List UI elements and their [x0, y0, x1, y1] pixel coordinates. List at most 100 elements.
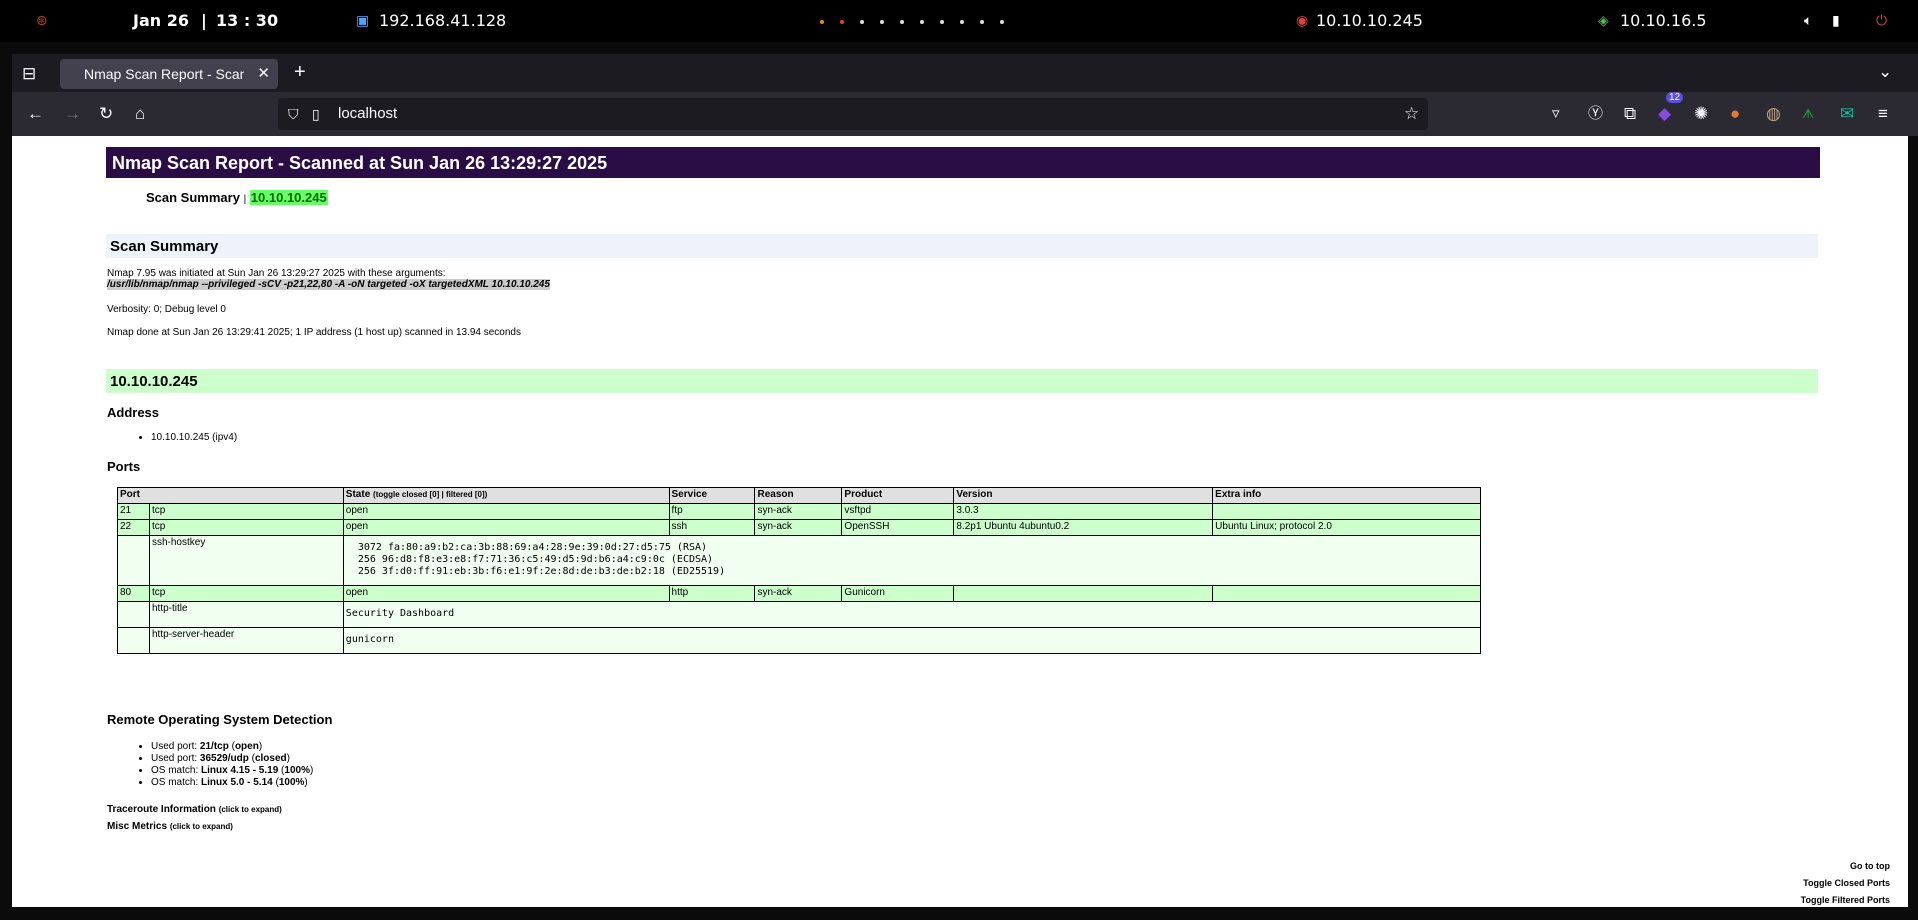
http-title-output: Security Dashboard: [345, 608, 455, 619]
workspace-dot[interactable]: [1000, 20, 1004, 24]
workspace-indicator[interactable]: [820, 14, 1004, 24]
wappalyzer-icon[interactable]: ◍: [1766, 104, 1781, 124]
empty-cell: [117, 535, 150, 586]
empty-cell: [117, 627, 150, 654]
home-button[interactable]: ⌂: [135, 104, 145, 124]
menu-icon[interactable]: ≡: [1878, 104, 1888, 124]
scan-summary-heading-bar: Scan Summary: [106, 234, 1818, 258]
ports-table: Port State (toggle closed [0] | filtered…: [117, 487, 1482, 654]
expand-hint[interactable]: (click to expand): [170, 822, 233, 831]
new-tab-button[interactable]: +: [294, 62, 306, 82]
workspace-dot[interactable]: [880, 20, 884, 24]
version-cell: 3.0.3: [953, 503, 1214, 520]
url-bar[interactable]: ⛉ ▯ localhost ☆: [278, 98, 1428, 130]
host-heading: 10.10.10.245: [110, 373, 198, 390]
url-text[interactable]: localhost: [338, 105, 397, 122]
os-detection-heading: Remote Operating System Detection: [107, 712, 333, 727]
system-top-bar: ⊛ Jan 26 | 13 : 30 ▣ 192.168.41.128 ◉ 10…: [0, 0, 1918, 42]
service-cell: ftp: [668, 503, 756, 520]
traceroute-label[interactable]: Traceroute Information: [107, 804, 216, 815]
nmap-done-text: Nmap done at Sun Jan 26 13:29:41 2025; 1…: [107, 327, 521, 338]
hacktools-icon[interactable]: ᗑ: [1802, 104, 1814, 124]
ports-heading: Ports: [107, 459, 141, 474]
reload-button[interactable]: ↻: [99, 104, 113, 124]
vpn-ip: 10.10.16.5: [1620, 11, 1707, 30]
os-item-paren: open: [234, 741, 259, 752]
bookmark-star-icon[interactable]: ☆: [1404, 104, 1419, 124]
table-header-row: Port State (toggle closed [0] | filtered…: [117, 487, 1481, 504]
tab-nmap-report[interactable]: Nmap Scan Report - Scanned at Sun Jan 26…: [60, 59, 278, 89]
initiated-text: Nmap 7.95 was initiated at Sun Jan 26 13…: [107, 268, 446, 279]
toggle-closed-filtered-link[interactable]: (toggle closed [0] | filtered [0]): [373, 490, 487, 499]
state-cell: open: [342, 519, 670, 536]
pocket-icon[interactable]: ▿: [1552, 104, 1560, 124]
target-icon: ◉: [1296, 12, 1309, 28]
workspace-dot[interactable]: [980, 20, 984, 24]
page-icon: ▯: [312, 106, 320, 122]
reason-cell: syn-ack: [754, 585, 843, 602]
col-state-label: State: [345, 489, 371, 500]
fingerprint-icon[interactable]: ⊛: [36, 12, 48, 29]
service-cell: ssh: [668, 519, 756, 536]
forward-button[interactable]: →: [64, 104, 81, 124]
mail-icon[interactable]: ✉: [1840, 104, 1854, 124]
foxy-icon[interactable]: ●: [1730, 104, 1740, 124]
workspace-dot[interactable]: [900, 20, 904, 24]
version-cell: [953, 585, 1214, 602]
address-list: 10.10.10.245 (ipv4): [117, 432, 237, 444]
chevron-down-icon[interactable]: ⌄: [1878, 62, 1892, 82]
back-button[interactable]: ←: [27, 104, 44, 124]
misc-metrics-label[interactable]: Misc Metrics: [107, 821, 167, 832]
nav-host-link[interactable]: 10.10.10.245: [249, 190, 328, 205]
command-line: /usr/lib/nmap/nmap --privileged -sCV -p2…: [107, 279, 550, 290]
reason-cell: syn-ack: [754, 519, 843, 536]
nav-scan-summary-link[interactable]: Scan Summary: [146, 190, 240, 205]
col-port: Port: [117, 487, 344, 504]
workspace-dot[interactable]: [940, 20, 944, 24]
address-item: 10.10.10.245 (ipv4): [151, 432, 237, 444]
toggle-closed-ports-link[interactable]: Toggle Closed Ports: [1803, 878, 1890, 888]
scan-summary-heading: Scan Summary: [110, 238, 219, 255]
table-row: 80 tcp open http syn-ack Gunicorn: [117, 585, 1481, 602]
extension-icon[interactable]: ◆: [1658, 104, 1671, 124]
os-item-value: 36529/udp: [199, 753, 249, 764]
extra-cell: [1212, 585, 1481, 602]
workspace-dot[interactable]: [920, 20, 924, 24]
reason-cell: syn-ack: [754, 503, 843, 520]
product-cell: Gunicorn: [841, 585, 955, 602]
proto-cell: tcp: [148, 503, 344, 520]
navigation-toolbar: ← → ↻ ⌂ ⛉ ▯ localhost ☆ ▿ Ⓨ ⧉ ◆ 12 ✺ ● ◍…: [12, 92, 1918, 136]
os-item-paren: 100%: [284, 765, 310, 776]
version-cell: 8.2p1 Ubuntu 4ubuntu0.2: [953, 519, 1214, 536]
cookie-icon[interactable]: ✺: [1694, 104, 1708, 124]
workspace-dot[interactable]: [820, 20, 824, 24]
workspace-dot[interactable]: [960, 20, 964, 24]
system-date: Jan 26: [133, 11, 189, 30]
system-time: 13 : 30: [216, 11, 279, 30]
workspace-dot[interactable]: [840, 20, 844, 24]
os-item-value: Linux 5.0 - 5.14: [201, 777, 273, 788]
power-icon[interactable]: ⏻: [1876, 12, 1887, 29]
go-to-top-link[interactable]: Go to top: [1850, 861, 1890, 871]
os-item-paren: closed: [254, 753, 287, 764]
volume-icon[interactable]: 🔈︎: [1804, 12, 1812, 29]
script-row: ssh-hostkey 3072 fa:80:a9:b2:ca:3b:88:69…: [117, 535, 1482, 586]
os-item-value: Linux 4.15 - 5.19: [201, 765, 279, 776]
script-output-cell: gunicorn: [342, 627, 1482, 654]
toggle-filtered-ports-link[interactable]: Toggle Filtered Ports: [1801, 895, 1890, 905]
os-item-label: Used port:: [151, 753, 200, 764]
traceroute-toggle[interactable]: Traceroute Information (click to expand): [107, 804, 282, 815]
extension-badge: 12: [1666, 92, 1684, 103]
workspace-dot[interactable]: [860, 20, 864, 24]
expand-hint[interactable]: (click to expand): [219, 805, 282, 814]
script-row: http-server-header gunicorn: [117, 627, 1482, 654]
shield-icon[interactable]: ⛉: [288, 104, 299, 124]
misc-metrics-toggle[interactable]: Misc Metrics (click to expand): [107, 821, 233, 832]
list-item: OS match: Linux 5.0 - 5.14 (100%): [151, 777, 313, 789]
host-heading-bar: 10.10.10.245: [106, 369, 1818, 393]
extensions-icon[interactable]: ⧉: [1624, 104, 1636, 124]
yandex-icon[interactable]: Ⓨ: [1588, 104, 1603, 124]
close-icon[interactable]: ✕: [257, 64, 270, 82]
tab-list-icon[interactable]: ⊟: [22, 64, 36, 84]
product-cell: OpenSSH: [841, 519, 955, 536]
